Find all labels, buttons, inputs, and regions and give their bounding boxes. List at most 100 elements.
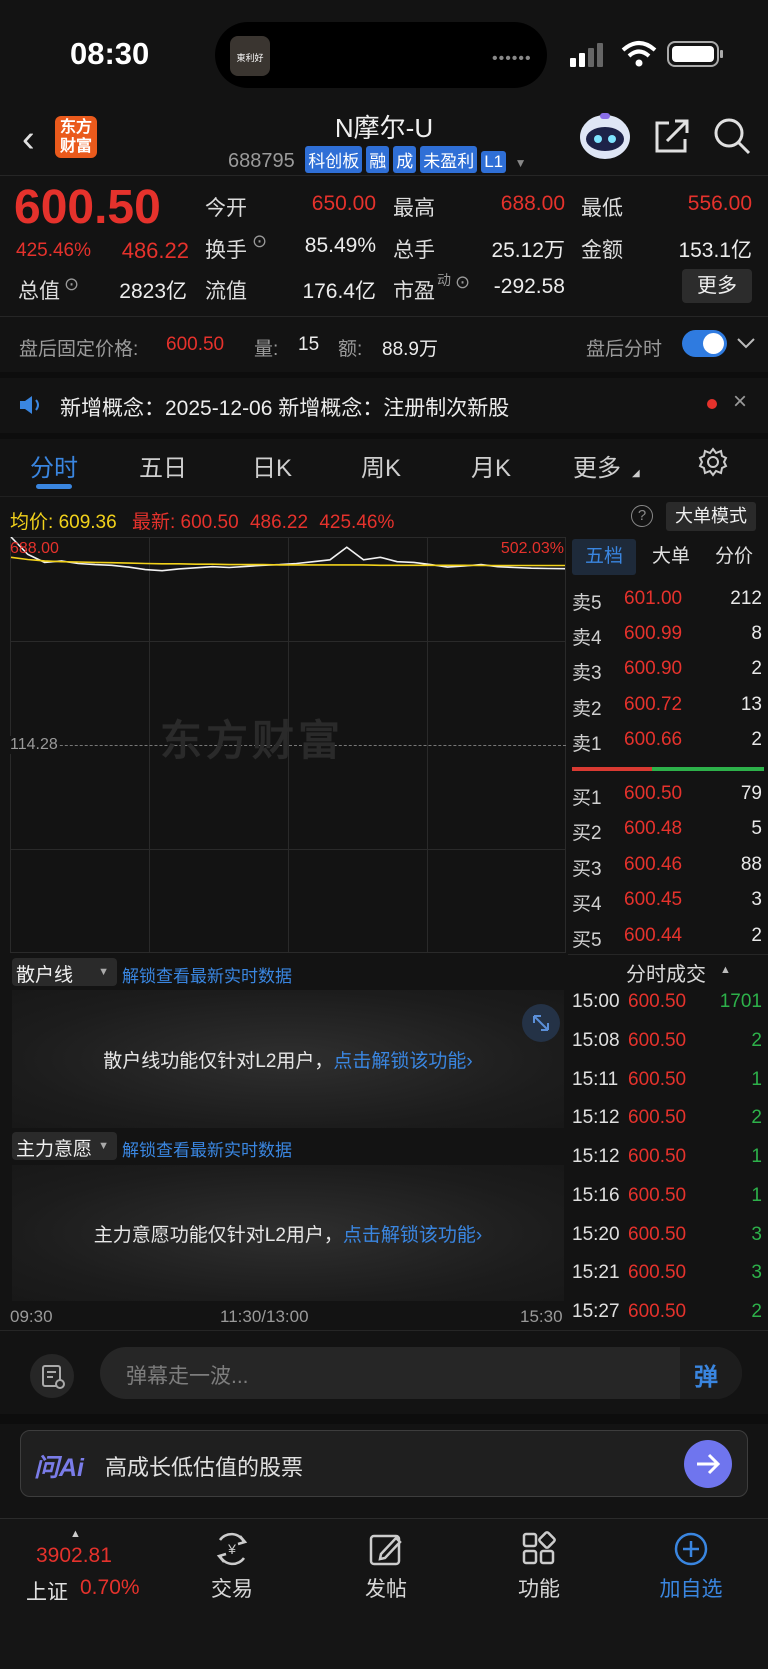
bid-volume: 3 <box>751 889 762 910</box>
main-locked-message: 主力意愿功能仅针对L2用户，点击解锁该功能› <box>12 1220 564 1247</box>
tab-five-day[interactable]: 五日 <box>139 448 187 483</box>
main-unlock-link[interactable]: 解锁查看最新实时数据 <box>122 1136 292 1161</box>
tab-monthly-k[interactable]: 月K <box>471 448 511 483</box>
tab-more-caret-icon: ◢ <box>632 468 640 479</box>
divider <box>0 496 768 497</box>
float-value: 176.4亿 <box>302 280 376 303</box>
tick-row: 15:12 600.50 2 <box>572 1107 764 1145</box>
chart-svg <box>10 537 566 572</box>
app-logo[interactable]: 东方财富 <box>55 116 97 158</box>
index-value[interactable]: 3902.81 <box>36 1544 112 1568</box>
danmu-placeholder: 弹幕走一波... <box>126 1365 249 1388</box>
index-percent[interactable]: 0.70% <box>80 1576 140 1600</box>
book-tab-five[interactable]: 五档 <box>572 539 636 575</box>
turnover-info-icon[interactable]: ⊙ <box>252 231 267 252</box>
x-axis-label-end: 15:30 <box>520 1307 563 1326</box>
settings-gear-icon[interactable] <box>698 447 728 477</box>
ask-label: 卖1 <box>572 734 602 755</box>
nav-trade[interactable]: ¥ 交易 <box>172 1530 292 1603</box>
index-name[interactable]: 上证 <box>26 1576 68 1606</box>
close-icon[interactable]: × <box>733 388 747 416</box>
main-indicator-select[interactable]: 主力意愿 ▼ <box>12 1132 117 1160</box>
comment-list-icon[interactable] <box>30 1354 74 1398</box>
tags-expand-icon[interactable]: ▼ <box>515 156 527 170</box>
retail-indicator-select[interactable]: 散户线 ▼ <box>12 958 117 986</box>
tab-intraday[interactable]: 分时 <box>30 448 78 483</box>
search-icon[interactable] <box>712 116 752 156</box>
back-button[interactable]: ‹ <box>22 118 35 161</box>
ticks-title[interactable]: 分时成交 <box>626 958 706 987</box>
mktcap-value: 2823亿 <box>119 280 187 303</box>
nav-add-watchlist[interactable]: 加自选 <box>631 1530 751 1603</box>
retail-unlock-link[interactable]: 解锁查看最新实时数据 <box>122 962 292 987</box>
help-icon[interactable]: ? <box>631 505 653 527</box>
nav-features[interactable]: 功能 <box>479 1530 599 1603</box>
ai-submit-button[interactable] <box>684 1440 732 1488</box>
last-label: 最新: <box>131 512 176 533</box>
mktcap-info-icon[interactable]: ⊙ <box>64 274 79 295</box>
retail-select-label: 散户线 <box>16 965 74 986</box>
ask-row: 卖5 601.00 212 <box>572 588 764 623</box>
ask-row: 卖2 600.72 13 <box>572 694 764 729</box>
robot-assistant-icon[interactable] <box>578 111 632 161</box>
tick-volume: 2 <box>751 1301 762 1322</box>
retail-unlock-cta[interactable]: 点击解锁该功能 <box>333 1051 466 1072</box>
tick-row: 15:27 600.50 2 <box>572 1301 764 1339</box>
chevron-right-icon: › <box>475 1225 483 1246</box>
bid-label: 买2 <box>572 823 602 844</box>
high-value: 688.00 <box>500 192 565 215</box>
signal-icon <box>570 43 603 67</box>
after-hours-bar: 盘后固定价格: 600.50 量: 15 额: 88.9万 盘后分时 <box>0 317 768 372</box>
tick-volume: 1 <box>751 1069 762 1090</box>
tick-time: 15:00 <box>572 991 620 1012</box>
expand-icon[interactable] <box>522 1004 560 1042</box>
after-hours-toggle[interactable] <box>682 330 727 357</box>
ask-volume: 13 <box>740 694 762 715</box>
nav-post-label: 发帖 <box>365 1578 407 1601</box>
tag-level: L1 <box>481 151 507 173</box>
bid-price: 600.45 <box>624 889 683 910</box>
ask-price: 601.00 <box>624 588 683 609</box>
share-icon[interactable] <box>653 117 691 155</box>
more-button[interactable]: 更多 <box>682 269 752 303</box>
open-label: 今开 <box>205 197 247 220</box>
turnover-label: 换手 <box>205 239 247 262</box>
add-circle-icon <box>674 1532 708 1566</box>
divider <box>0 175 768 176</box>
after-hours-vol-label: 量: <box>254 339 279 360</box>
book-ratio-bar <box>572 767 764 771</box>
main-panel-header: 主力意愿 ▼ 解锁查看最新实时数据 <box>12 1132 564 1162</box>
tab-more[interactable]: 更多 <box>573 448 621 483</box>
tick-row: 15:08 600.50 2 <box>572 1030 764 1068</box>
chevron-down-icon[interactable] <box>736 335 756 351</box>
bid-label: 买5 <box>572 930 602 951</box>
tick-row: 15:21 600.50 3 <box>572 1262 764 1300</box>
tick-row: 15:00 600.50 1701 <box>572 991 764 1029</box>
danmu-input[interactable]: 弹幕走一波... 弹 <box>100 1347 742 1399</box>
ask-label: 卖4 <box>572 628 602 649</box>
main-unlock-cta[interactable]: 点击解锁该功能 <box>343 1225 476 1246</box>
tab-daily-k[interactable]: 日K <box>252 448 292 483</box>
bid-volume: 88 <box>740 854 762 875</box>
book-tab-big[interactable]: 大单 <box>640 539 702 575</box>
tick-time: 15:27 <box>572 1301 620 1322</box>
nav-trade-label: 交易 <box>211 1578 253 1601</box>
last-percent: 425.46% <box>319 512 395 533</box>
notice-bar[interactable]: 新增概念：2025-12-06 新增概念：注册制次新股 × <box>0 378 768 433</box>
tick-row: 15:12 600.50 1 <box>572 1146 764 1184</box>
tab-weekly-k[interactable]: 周K <box>361 448 401 483</box>
ticks-sort-icon[interactable]: ▲ <box>720 964 731 976</box>
ai-query-bar[interactable]: 问Ai 高成长低估值的股票 <box>20 1430 748 1497</box>
tick-time: 15:16 <box>572 1185 620 1206</box>
y-axis-top-label: 688.00 <box>10 540 59 557</box>
ask-row: 卖4 600.99 8 <box>572 623 764 658</box>
tick-price: 600.50 <box>628 1146 687 1167</box>
intraday-chart[interactable]: 东方财富 688.00 502.03% 114.28 <box>10 537 566 953</box>
island-thumbnail[interactable]: 東利好 <box>230 36 270 76</box>
big-order-mode-button[interactable]: 大单模式 <box>666 502 756 531</box>
danmu-toggle-button[interactable]: 弹 <box>680 1347 742 1399</box>
book-tab-price[interactable]: 分价 <box>702 539 766 575</box>
nav-post[interactable]: 发帖 <box>326 1530 446 1603</box>
pe-value: -292.58 <box>493 275 565 298</box>
tick-time: 15:12 <box>572 1146 620 1167</box>
